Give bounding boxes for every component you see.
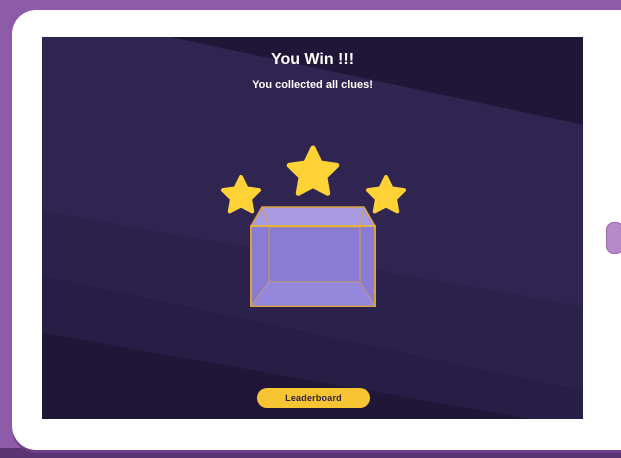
game-screen: You Win !!! You collected all clues! Lea…: [42, 37, 583, 419]
star-icon-center: [286, 145, 340, 196]
leaderboard-button[interactable]: Leaderboard: [257, 388, 370, 408]
star-icon-right: [366, 175, 406, 214]
clue-box: [249, 206, 377, 307]
tablet-home-button[interactable]: [606, 222, 621, 254]
star-icon-left: [221, 175, 261, 214]
reward-scene: [221, 145, 406, 307]
